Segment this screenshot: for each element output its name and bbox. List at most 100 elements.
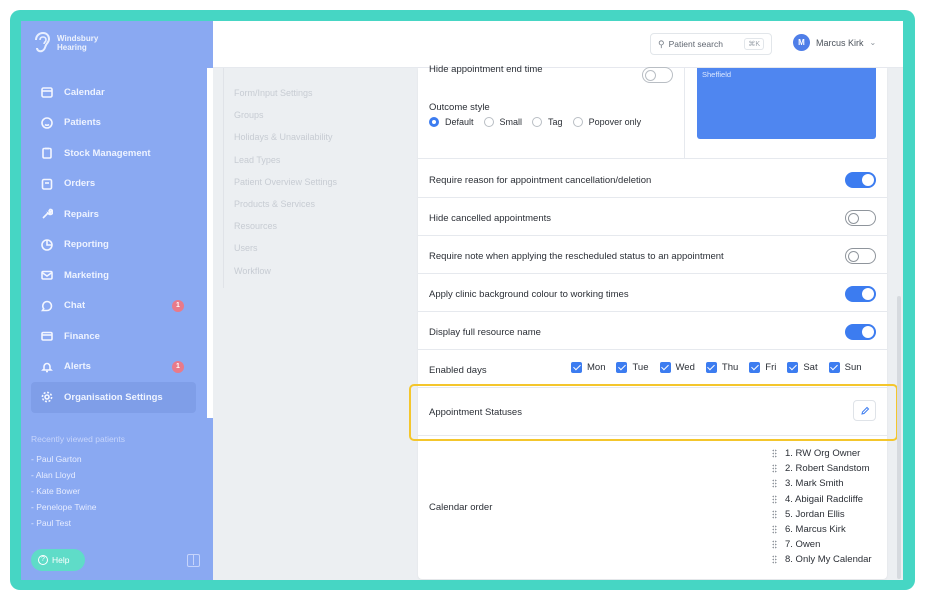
require-cancel-reason-toggle[interactable]: [845, 172, 876, 188]
subnav-item[interactable]: Lead Types: [234, 149, 374, 171]
setting-row: Require reason for appointment cancellat…: [418, 160, 887, 198]
drag-handle-icon[interactable]: [772, 464, 777, 474]
calendar-order-item[interactable]: 3. Mark Smith: [772, 476, 872, 491]
sidebar-item-label: Calendar: [64, 86, 105, 98]
sidebar-item-reporting[interactable]: Reporting: [31, 230, 196, 261]
subnav-item[interactable]: Patient Overview Settings: [234, 171, 374, 193]
calendar-order-item[interactable]: 6. Marcus Kirk: [772, 522, 872, 537]
drag-handle-icon[interactable]: [772, 449, 777, 459]
sidebar-item-label: Marketing: [64, 269, 109, 281]
drag-handle-icon[interactable]: [772, 540, 777, 550]
subnav-item[interactable]: Resources: [234, 215, 374, 237]
sidebar-item-label: Patients: [64, 117, 101, 129]
radio-default[interactable]: Default: [429, 117, 474, 127]
day-sat-checkbox[interactable]: Sat: [787, 362, 818, 373]
help-button[interactable]: ? Help: [31, 549, 85, 571]
sidebar-item-alerts[interactable]: Alerts 1: [31, 352, 196, 383]
sidebar-item-patients[interactable]: Patients: [31, 108, 196, 139]
sidebar-item-label: Chat: [64, 300, 86, 312]
subnav-item[interactable]: Holidays & Unavailability: [234, 126, 374, 148]
card-icon: [41, 330, 53, 342]
calendar-order-item[interactable]: 4. Abigail Radcliffe: [772, 492, 872, 507]
hide-cancelled-label: Hide cancelled appointments: [429, 213, 551, 224]
sidebar-item-marketing[interactable]: Marketing: [31, 260, 196, 291]
subnav-item[interactable]: Groups: [234, 104, 374, 126]
day-mon-checkbox[interactable]: Mon: [571, 362, 605, 373]
calendar-order-item[interactable]: 2. Robert Sandstom: [772, 461, 872, 476]
content-scrollbar[interactable]: [897, 296, 901, 579]
drag-handle-icon[interactable]: [772, 555, 777, 565]
calendar-order-item[interactable]: 5. Jordan Ellis: [772, 507, 872, 522]
patient-search-input[interactable]: ⚲ Patient search ⌘K: [650, 33, 772, 55]
require-reschedule-note-label: Require note when applying the reschedul…: [429, 251, 724, 262]
calendar-icon: [41, 86, 53, 99]
sidebar-item-label: Reporting: [64, 239, 109, 251]
drag-handle-icon[interactable]: [772, 509, 777, 519]
radio-popover-only[interactable]: Popover only: [572, 117, 641, 127]
recent-patient-link[interactable]: - Paul Test: [31, 515, 97, 531]
full-resource-name-toggle[interactable]: [845, 324, 876, 340]
subnav-item[interactable]: Users: [234, 237, 374, 259]
pie-chart-icon: [41, 238, 53, 251]
day-fri-checkbox[interactable]: Fri: [749, 362, 776, 373]
gear-icon: [41, 391, 53, 403]
enabled-days-row: Enabled days Mon Tue Wed Thu Fri Sat Sun: [418, 350, 887, 388]
focus-highlight: [409, 384, 898, 441]
user-menu[interactable]: M Marcus Kirk ⌄: [793, 34, 876, 51]
setting-row: Require note when applying the reschedul…: [418, 236, 887, 274]
drag-handle-icon[interactable]: [772, 479, 777, 489]
day-wed-checkbox[interactable]: Wed: [659, 362, 695, 373]
settings-subnav: Form/Input Settings Groups Holidays & Un…: [234, 82, 374, 282]
drag-handle-icon[interactable]: [772, 494, 777, 504]
clinic-background-toggle[interactable]: [845, 286, 876, 302]
top-header: ⚲ Patient search ⌘K M Marcus Kirk ⌄: [213, 21, 903, 68]
day-tue-checkbox[interactable]: Tue: [616, 362, 649, 373]
orders-icon: [41, 178, 53, 190]
alerts-badge: 1: [172, 360, 184, 373]
subnav-divider: [223, 68, 224, 288]
clinic-colour-panel[interactable]: Sheffield: [697, 68, 876, 139]
column-divider: [684, 68, 685, 159]
wrench-icon: [41, 208, 53, 220]
recent-patient-link[interactable]: - Paul Garton: [31, 451, 97, 467]
sidebar-item-calendar[interactable]: Calendar: [31, 77, 196, 108]
subnav-item[interactable]: Workflow: [234, 260, 374, 282]
sidebar-item-label: Repairs: [64, 208, 99, 220]
hide-cancelled-toggle[interactable]: [845, 210, 876, 226]
day-sun-checkbox[interactable]: Sun: [828, 362, 862, 373]
sidebar-item-chat[interactable]: Chat 1: [31, 291, 196, 322]
require-reschedule-note-toggle[interactable]: [845, 248, 876, 264]
brand-logo[interactable]: Windsbury Hearing: [31, 31, 98, 55]
sidebar-item-label: Finance: [64, 330, 100, 342]
search-icon: ⚲: [658, 38, 665, 49]
recent-patient-link[interactable]: - Kate Bower: [31, 483, 97, 499]
calendar-order-item[interactable]: 7. Owen: [772, 537, 872, 552]
calendar-order-row: Calendar order 1. RW Org Owner 2. Robert…: [418, 436, 887, 579]
radio-tag[interactable]: Tag: [532, 117, 563, 127]
recent-patient-link[interactable]: - Penelope Twine: [31, 499, 97, 515]
bell-icon: [41, 361, 53, 373]
user-name: Marcus Kirk: [816, 37, 864, 48]
sidebar-item-orders[interactable]: Orders: [31, 169, 196, 200]
settings-content: Form/Input Settings Groups Holidays & Un…: [213, 64, 903, 580]
recent-patient-link[interactable]: - Alan Lloyd: [31, 467, 97, 483]
collapse-sidebar-icon[interactable]: [187, 554, 200, 567]
calendar-order-item[interactable]: 1. RW Org Owner: [772, 446, 872, 461]
outcome-style-label: Outcome style: [429, 102, 490, 113]
day-thu-checkbox[interactable]: Thu: [705, 362, 738, 373]
calendar-settings-card: Hide appointment end time Sheffield Outc…: [418, 64, 887, 579]
subnav-item[interactable]: Form/Input Settings: [234, 82, 374, 104]
setting-row: Hide cancelled appointments: [418, 198, 887, 236]
sidebar-item-stock-management[interactable]: Stock Management: [31, 138, 196, 169]
sidebar-item-finance[interactable]: Finance: [31, 321, 196, 352]
sidebar-item-repairs[interactable]: Repairs: [31, 199, 196, 230]
subnav-item[interactable]: Products & Services: [234, 193, 374, 215]
sidebar-item-organisation-settings[interactable]: Organisation Settings: [31, 382, 196, 413]
drag-handle-icon[interactable]: [772, 525, 777, 535]
hide-end-time-toggle[interactable]: [642, 67, 673, 83]
brand-name: Windsbury Hearing: [57, 34, 98, 52]
mail-icon: [41, 269, 53, 281]
radio-small[interactable]: Small: [483, 117, 522, 127]
calendar-order-item[interactable]: 8. Only My Calendar: [772, 552, 872, 567]
outcome-block: Hide appointment end time Sheffield Outc…: [418, 64, 887, 159]
